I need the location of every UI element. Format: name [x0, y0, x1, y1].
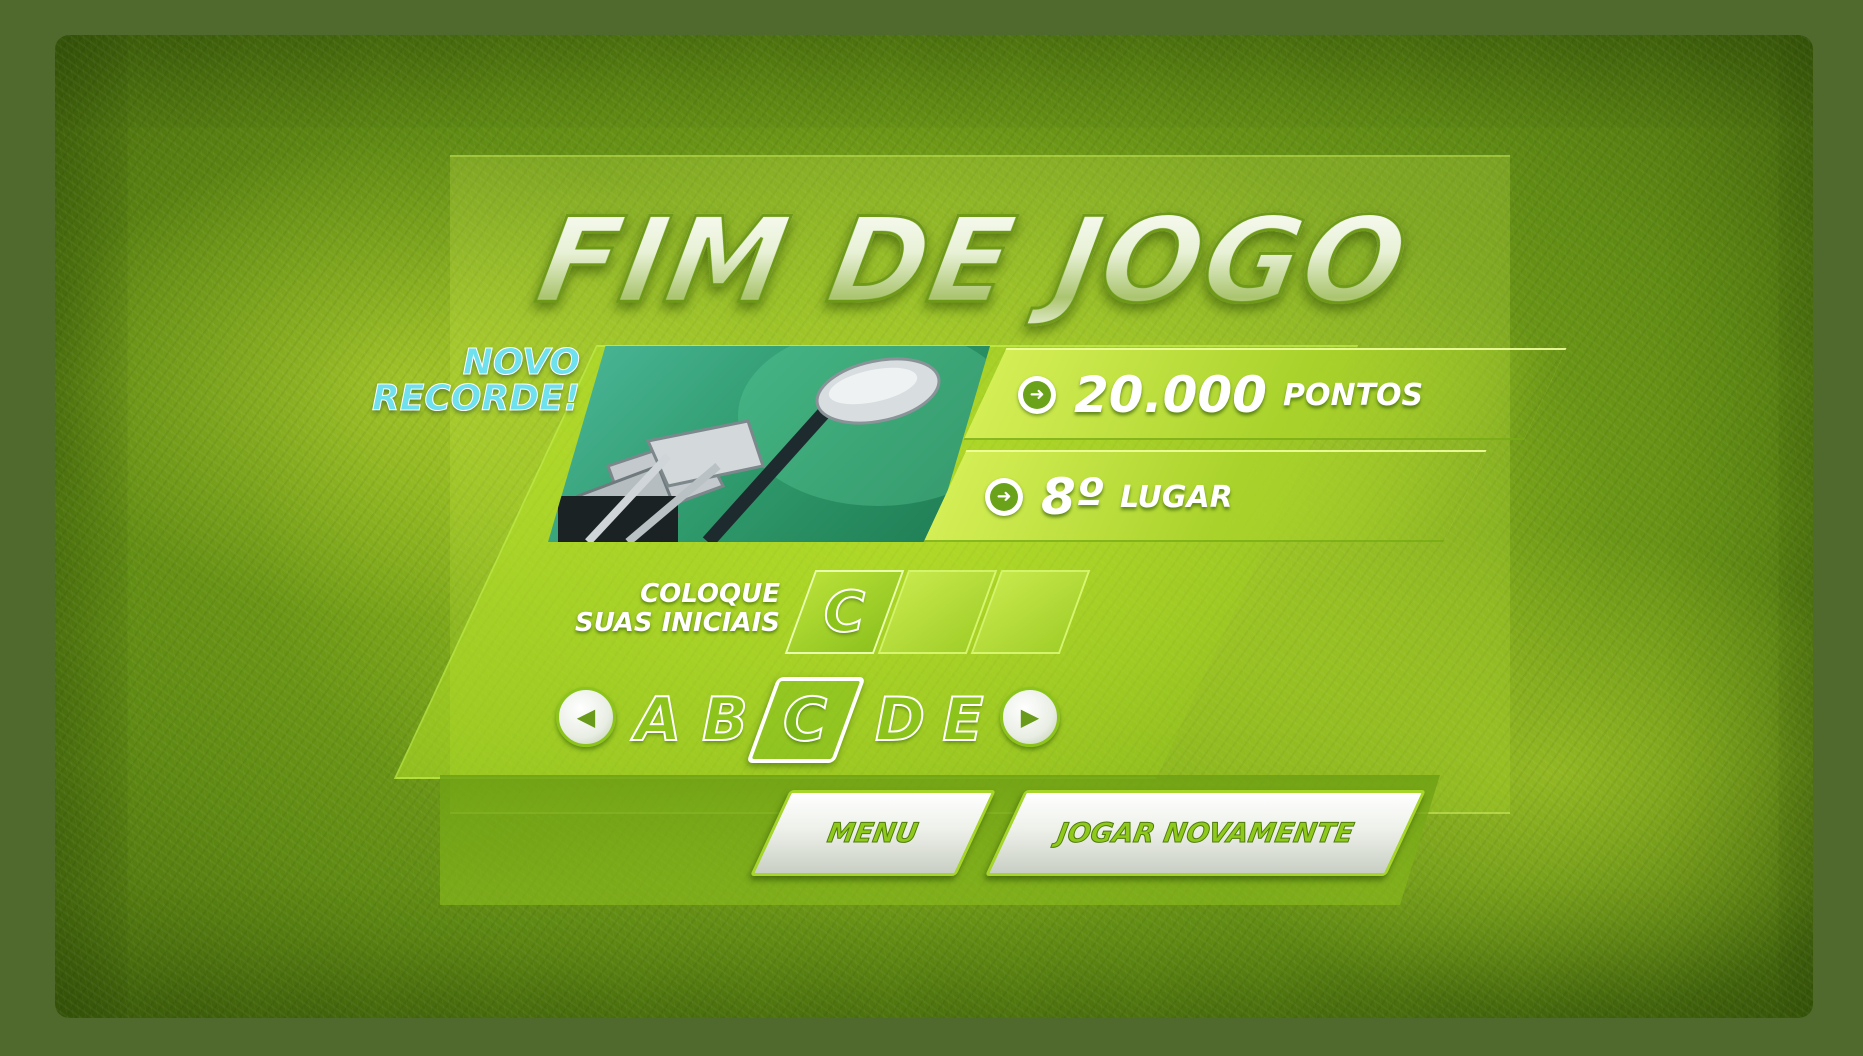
menu-button[interactable]: MENU	[749, 790, 997, 876]
play-again-button[interactable]: JOGAR NOVAMENTE	[984, 790, 1427, 876]
arrow-right-circle-icon: ➜	[985, 478, 1023, 516]
new-record-line1: NOVO	[462, 342, 580, 383]
rank-unit: LUGAR	[1120, 479, 1233, 515]
initial-slot-1-letter: C	[823, 579, 866, 646]
score-unit: PONTOS	[1282, 377, 1424, 413]
golf-clubs-image	[548, 346, 990, 542]
arrow-right-icon: ▶	[1020, 703, 1040, 731]
golf-clubs-illustration	[558, 346, 990, 542]
letter-option-e[interactable]: E	[933, 684, 993, 756]
game-over-title: FIM DE JOGO	[526, 185, 1513, 335]
letter-option-b[interactable]: B	[695, 684, 755, 756]
new-record-label: NOVO RECORDE!	[330, 342, 581, 419]
menu-button-label: MENU	[825, 817, 921, 849]
letter-option-a[interactable]: A	[628, 684, 688, 756]
initials-label-line2: SUAS INICIAIS	[575, 608, 780, 638]
arrow-left-icon: ◀	[576, 703, 596, 731]
score-row: ➜ 20.000 PONTOS	[1018, 366, 1424, 424]
score-value: 20.000	[1074, 366, 1267, 424]
rank-row: ➜ 8º LUGAR	[985, 468, 1233, 526]
letter-option-d[interactable]: D	[870, 684, 930, 756]
arrow-right-circle-icon: ➜	[1018, 376, 1056, 414]
letter-option-c[interactable]: C	[775, 684, 835, 756]
initials-label: COLOQUE SUAS INICIAIS	[495, 580, 780, 638]
rank-value: 8º	[1041, 468, 1104, 526]
play-again-button-label: JOGAR NOVAMENTE	[1054, 817, 1357, 849]
initials-label-line1: COLOQUE	[640, 579, 780, 609]
prev-letter-button[interactable]: ◀	[556, 687, 616, 747]
new-record-line2: RECORDE!	[372, 378, 581, 419]
next-letter-button[interactable]: ▶	[1000, 687, 1060, 747]
